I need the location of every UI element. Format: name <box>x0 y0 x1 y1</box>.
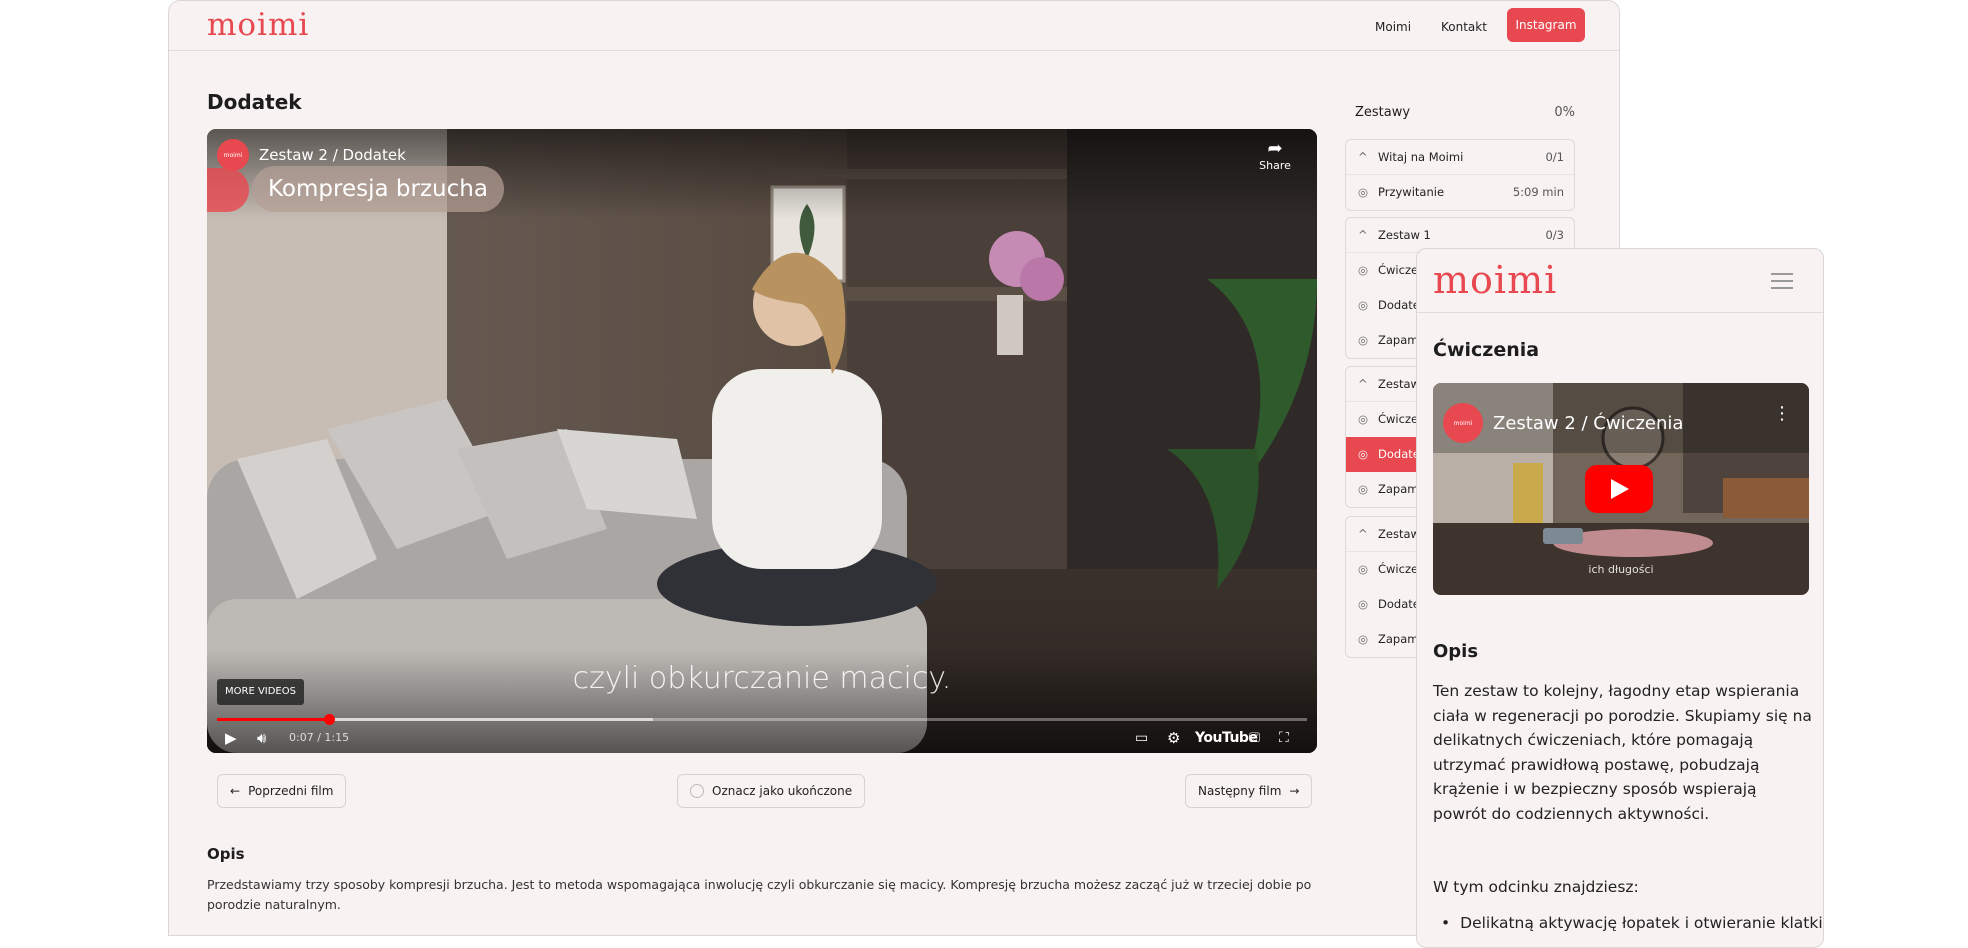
share-button[interactable]: ➦ Share <box>1255 138 1295 173</box>
video-progress-bar[interactable] <box>217 714 1307 725</box>
video-overlay-title: Kompresja brzucha <box>252 166 504 212</box>
chevron-up-icon: ^ <box>1358 527 1368 541</box>
video-brand-mark <box>207 168 249 212</box>
video-controls: ▶ 🔊︎ 0:07 / 1:15 ▭ ⚙ YouTube ⎚ ⛶ <box>207 727 1317 749</box>
lesson-label: Ćwicze <box>1378 412 1419 426</box>
set-group-title: Zestaw <box>1378 527 1420 541</box>
mobile-description-heading: Opis <box>1433 641 1479 662</box>
video-frame <box>207 129 1317 753</box>
play-icon[interactable]: ▶ <box>225 727 237 749</box>
page-title: Dodatek <box>207 90 302 114</box>
mobile-description-text: Ten zestaw to kolejny, łagodny etap wspi… <box>1433 682 1812 823</box>
video-caption: czyli obkurczanie macicy. <box>572 661 952 696</box>
subtitles-icon[interactable]: ▭ <box>1135 727 1148 749</box>
course-progress-percent: 0% <box>1554 105 1575 120</box>
lesson-label: Ćwicze <box>1378 562 1419 576</box>
next-video-label: Następny film <box>1198 784 1282 798</box>
mobile-top-navigation: moimi <box>1417 249 1823 313</box>
mark-complete-label: Oznacz jako ukończone <box>712 784 853 798</box>
lesson-label: Przywitanie <box>1378 185 1445 199</box>
share-icon: ➦ <box>1267 138 1283 159</box>
previous-video-button[interactable]: ← Poprzedni film <box>217 774 347 808</box>
lesson-label: Dodate <box>1378 597 1420 611</box>
set-group-header[interactable]: ^ Witaj na Moimi 0/1 <box>1346 140 1574 175</box>
desktop-page: moimi Moimi Kontakt Instagram Dodatek mo… <box>168 0 1620 936</box>
settings-icon[interactable]: ⚙ <box>1167 727 1180 749</box>
set-group-title: Zestaw <box>1378 377 1420 391</box>
chevron-up-icon: ^ <box>1358 377 1368 391</box>
lesson-label: Ćwicze <box>1378 263 1419 277</box>
logo[interactable]: moimi <box>207 5 309 45</box>
lesson-label: Dodate <box>1378 447 1420 461</box>
play-circle-icon: ◎ <box>1358 185 1369 199</box>
lesson-duration: 5:09 min <box>1512 185 1564 199</box>
more-videos-button[interactable]: MORE VIDEOS <box>217 679 304 705</box>
mobile-video-channel[interactable]: moimi Zestaw 2 / Ćwiczenia <box>1443 403 1683 443</box>
mobile-channel-avatar[interactable]: moimi <box>1443 403 1483 443</box>
volume-icon[interactable]: 🔊︎ <box>257 727 266 749</box>
hamburger-menu-icon[interactable] <box>1771 273 1793 294</box>
video-player[interactable]: moimi Zestaw 2 / Dodatek ➦ Share Kompres… <box>207 129 1317 753</box>
fullscreen-icon[interactable]: ⛶ <box>1279 727 1289 749</box>
description-text: Przedstawiamy trzy sposoby kompresji brz… <box>207 877 1312 912</box>
chevron-up-icon: ^ <box>1358 150 1368 164</box>
play-circle-icon: ◎ <box>1358 482 1369 496</box>
play-circle-icon: ◎ <box>1358 597 1369 611</box>
mark-complete-button[interactable]: Oznacz jako ukończone <box>677 774 866 808</box>
nav-link-kontakt[interactable]: Kontakt <box>1441 10 1487 44</box>
mobile-video-player[interactable]: moimi Zestaw 2 / Ćwiczenia ⋮ ich długośc… <box>1433 383 1809 595</box>
play-circle-icon: ◎ <box>1358 263 1369 277</box>
share-label: Share <box>1259 159 1291 172</box>
video-time: 0:07 / 1:15 <box>289 731 350 744</box>
checkbox-circle-icon <box>690 784 704 798</box>
mobile-page-title: Ćwiczenia <box>1433 339 1540 361</box>
play-circle-icon: ◎ <box>1358 298 1369 312</box>
lesson-item[interactable]: ◎ Przywitanie 5:09 min <box>1346 175 1574 210</box>
mobile-episode-intro: W tym odcinku znajdziesz: <box>1433 878 1639 896</box>
more-options-icon[interactable]: ⋮ <box>1773 403 1791 424</box>
youtube-play-icon[interactable] <box>1585 465 1653 513</box>
arrow-right-icon: → <box>1289 784 1300 798</box>
play-circle-icon: ◎ <box>1358 412 1369 426</box>
description-heading: Opis <box>207 845 245 863</box>
airplay-icon[interactable]: ⎚ <box>1249 727 1260 749</box>
play-circle-icon: ◎ <box>1358 447 1369 461</box>
set-group-welcome: ^ Witaj na Moimi 0/1 ◎ Przywitanie 5:09 … <box>1345 139 1575 211</box>
nav-link-moimi[interactable]: Moimi <box>1375 10 1411 44</box>
course-sets-header: Zestawy 0% <box>1355 105 1575 120</box>
next-video-button[interactable]: Następny film → <box>1185 774 1313 808</box>
set-group-title: Witaj na Moimi <box>1378 150 1464 164</box>
play-circle-icon: ◎ <box>1358 632 1369 646</box>
previous-video-label: Poprzedni film <box>248 784 334 798</box>
arrow-left-icon: ← <box>230 784 241 798</box>
set-group-count: 0/1 <box>1545 150 1564 164</box>
channel-avatar[interactable]: moimi <box>217 139 249 171</box>
lesson-label: Dodate <box>1378 298 1420 312</box>
mobile-video-title[interactable]: Zestaw 2 / Ćwiczenia <box>1493 413 1683 434</box>
mobile-video-caption: ich długości <box>1588 563 1654 576</box>
set-group-title: Zestaw 1 <box>1378 228 1431 242</box>
course-sets-title: Zestawy <box>1355 105 1411 120</box>
play-circle-icon: ◎ <box>1358 562 1369 576</box>
play-circle-icon: ◎ <box>1358 333 1369 347</box>
instagram-button[interactable]: Instagram <box>1507 8 1585 42</box>
top-navigation: moimi Moimi Kontakt Instagram <box>169 1 1619 51</box>
mobile-logo[interactable]: moimi <box>1433 257 1557 303</box>
video-progress-fill <box>217 718 330 721</box>
mobile-preview: moimi Ćwiczenia moimi Zestaw 2 / Ćwiczen… <box>1416 248 1824 948</box>
video-title[interactable]: Zestaw 2 / Dodatek <box>259 146 406 164</box>
chevron-up-icon: ^ <box>1358 228 1368 242</box>
mobile-list-item: Delikatną aktywację łopatek i otwieranie… <box>1433 911 1823 935</box>
